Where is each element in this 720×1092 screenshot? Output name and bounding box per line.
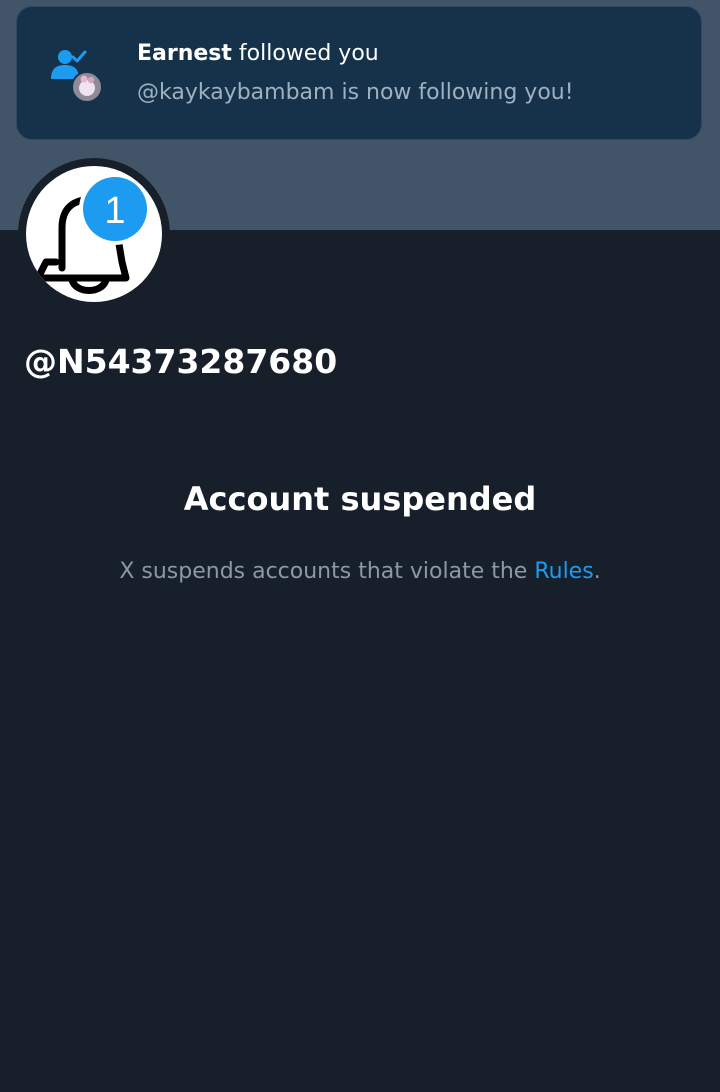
badge-count: 1	[104, 190, 125, 232]
notification-title: Earnest followed you	[137, 39, 379, 69]
suspended-description: X suspends accounts that violate the Rul…	[0, 556, 720, 588]
suspended-text: X suspends accounts that violate the	[119, 559, 528, 584]
notification-badge: 1	[79, 173, 151, 245]
suspended-title: Account suspended	[183, 480, 537, 518]
follow-person-check-icon	[49, 47, 109, 107]
profile-handle: @N54373287680	[24, 342, 338, 381]
avatar-image: 1	[26, 166, 162, 302]
suspended-text-suffix: .	[593, 559, 601, 584]
rules-link[interactable]: Rules	[534, 559, 593, 584]
notification-subtitle: @kaykaybambam is now following you!	[137, 80, 574, 105]
profile-avatar[interactable]: 1	[18, 158, 170, 310]
follow-notification-toast[interactable]: Earnest followed you @kaykaybambam is no…	[16, 6, 702, 140]
follower-name: Earnest	[137, 41, 232, 66]
notification-action: followed you	[238, 41, 379, 66]
